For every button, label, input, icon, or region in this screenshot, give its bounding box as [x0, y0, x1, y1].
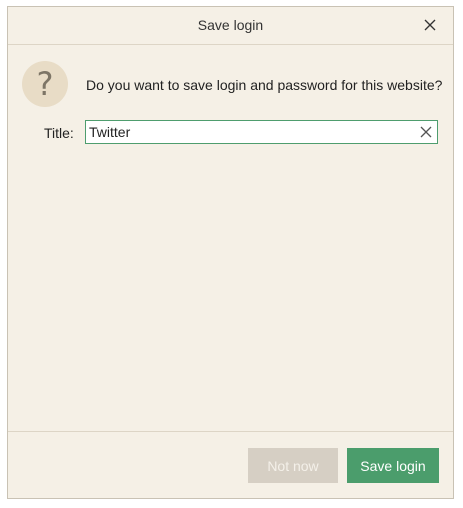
save-login-dialog: Save login ? Do you want to save login a… — [7, 6, 454, 499]
title-field-label: Title: — [44, 125, 74, 141]
save-login-button[interactable]: Save login — [347, 448, 439, 483]
title-input[interactable] — [86, 121, 412, 143]
not-now-button[interactable]: Not now — [248, 448, 338, 483]
dialog-title: Save login — [197, 17, 264, 33]
title-input-container — [85, 120, 438, 144]
save-prompt-text: Do you want to save login and password f… — [86, 77, 443, 93]
question-mark-icon: ? — [22, 61, 68, 107]
clear-input-button[interactable] — [419, 125, 433, 139]
clear-input-icon — [420, 126, 432, 138]
dialog-titlebar: Save login — [8, 7, 453, 45]
footer-divider — [8, 431, 453, 432]
close-button[interactable] — [421, 16, 439, 34]
close-icon — [424, 19, 436, 31]
